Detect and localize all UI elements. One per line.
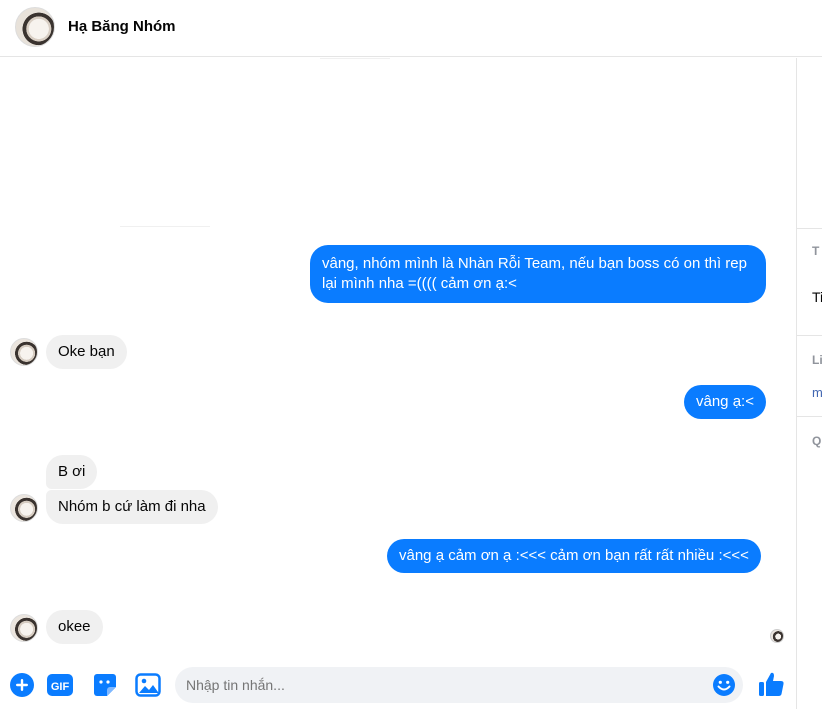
faint-divider (320, 58, 390, 59)
side-item[interactable]: Ti (812, 289, 822, 305)
message-input[interactable] (175, 667, 743, 703)
image-icon[interactable] (135, 672, 161, 698)
outgoing-message[interactable]: vâng ạ cảm ơn ạ :<<< cảm ơn bạn rất rất … (387, 539, 761, 573)
side-divider (797, 416, 822, 417)
sender-avatar[interactable] (10, 338, 38, 366)
sender-avatar[interactable] (10, 494, 38, 522)
incoming-message[interactable]: Nhóm b cứ làm đi nha (46, 490, 218, 524)
chat-header: Hạ Băng Nhóm (0, 0, 822, 57)
like-icon[interactable] (757, 670, 785, 698)
side-section-heading: Li (812, 353, 822, 367)
faint-divider (120, 226, 210, 227)
outgoing-message[interactable]: vâng, nhóm mình là Nhàn Rỗi Team, nếu bạ… (310, 245, 766, 303)
side-section-heading: T (812, 244, 820, 258)
plus-icon[interactable] (9, 672, 35, 698)
sender-avatar[interactable] (10, 614, 38, 642)
gif-icon[interactable]: GIF (46, 672, 73, 698)
emoji-icon[interactable] (712, 673, 736, 697)
conversation-info-panel: T Ti Li m Q (797, 58, 822, 709)
seen-indicator-avatar (770, 629, 784, 643)
side-section-heading: Q (812, 434, 822, 448)
composer-bar: GIF (0, 662, 796, 709)
contact-avatar[interactable] (15, 7, 55, 47)
outgoing-message[interactable]: vâng ạ:< (684, 385, 766, 419)
chat-title[interactable]: Hạ Băng Nhóm (68, 18, 176, 35)
incoming-message[interactable]: Oke bạn (46, 335, 127, 369)
side-divider (797, 228, 822, 229)
gif-label: GIF (51, 681, 70, 693)
side-divider (797, 335, 822, 336)
incoming-message[interactable]: okee (46, 610, 103, 644)
sticker-icon[interactable] (92, 672, 118, 698)
message-list[interactable]: vâng, nhóm mình là Nhàn Rỗi Team, nếu bạ… (0, 58, 796, 662)
incoming-message[interactable]: B ơi (46, 455, 98, 489)
side-link[interactable]: m (812, 385, 822, 400)
